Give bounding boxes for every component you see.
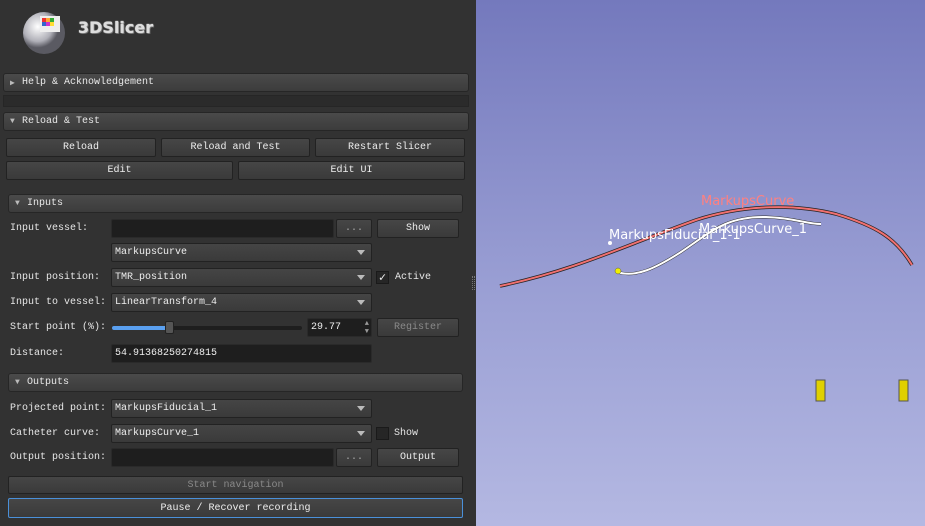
projected-point-select[interactable]: MarkupsFiducial_1 — [111, 399, 372, 418]
input-vessel-label: Input vessel: — [10, 223, 89, 234]
reload-and-test-button[interactable]: Reload and Test — [161, 138, 310, 157]
projected-point-label: Projected point: — [10, 403, 107, 414]
slicer-logo — [18, 6, 68, 56]
show-vessel-button[interactable]: Show — [377, 219, 459, 238]
markups-curve — [500, 207, 925, 286]
dropdown-arrow-icon — [357, 300, 365, 305]
dropdown-arrow-icon — [357, 406, 365, 411]
marker-cylinder — [898, 379, 909, 402]
start-point-label: Start point (%): — [10, 322, 107, 333]
3d-view[interactable]: MarkupsCurve MarkupsCurve_1 MarkupsFiduc… — [476, 0, 925, 526]
module-panel: 3DSlicer ▶ Help & Acknowledgement ▼ Reload… — [0, 0, 475, 526]
input-position-select[interactable]: TMR_position — [111, 268, 372, 287]
markups-curve-label: MarkupsCurve — [701, 194, 795, 209]
slider-fill — [112, 326, 169, 330]
restart-slicer-button[interactable]: Restart Slicer — [315, 138, 465, 157]
catheter-curve-select[interactable]: MarkupsCurve_1 — [111, 424, 372, 443]
input-to-vessel-label: Input to vessel: — [10, 297, 107, 308]
distance-label: Distance: — [10, 348, 65, 359]
vessel-curve-value: MarkupsCurve — [115, 247, 188, 258]
fiducial-point — [614, 267, 622, 275]
inputs-section-label: Inputs — [27, 198, 64, 209]
spin-arrows-icon[interactable]: ▲ ▼ — [365, 320, 369, 336]
catheter-curve-value: MarkupsCurve_1 — [115, 428, 200, 439]
help-section-header[interactable]: ▶ Help & Acknowledgement — [3, 73, 469, 92]
input-vessel-browse-button[interactable]: ... — [336, 219, 372, 238]
edit-ui-button[interactable]: Edit UI — [238, 161, 465, 180]
inputs-section-header[interactable]: ▼ Inputs — [8, 194, 463, 213]
markups-curve-line-color — [499, 206, 913, 287]
active-checkbox[interactable]: ✓ — [376, 271, 389, 284]
show-catheter-checkbox[interactable] — [376, 427, 389, 440]
start-point-value: 29.77 — [311, 322, 342, 333]
dropdown-arrow-icon — [357, 250, 365, 255]
chevron-right-icon: ▶ — [10, 78, 15, 88]
reload-section-label: Reload & Test — [22, 116, 101, 127]
help-section-label: Help & Acknowledgement — [22, 77, 155, 88]
reload-button[interactable]: Reload — [6, 138, 156, 157]
pause-recover-recording-button[interactable]: Pause / Recover recording — [8, 498, 463, 518]
catheter-curve-label: Catheter curve: — [10, 428, 101, 439]
output-position-label: Output position: — [10, 452, 107, 463]
edit-button[interactable]: Edit — [6, 161, 233, 180]
outputs-section-header[interactable]: ▼ Outputs — [8, 373, 463, 392]
input-to-vessel-select[interactable]: LinearTransform_4 — [111, 293, 372, 312]
marker-cylinder — [815, 379, 826, 402]
splitter-handle[interactable] — [472, 276, 475, 290]
start-navigation-button[interactable]: Start navigation — [8, 476, 463, 494]
chevron-down-icon: ▼ — [15, 199, 20, 208]
projected-point-value: MarkupsFiducial_1 — [115, 403, 218, 414]
active-label: Active — [395, 272, 432, 283]
output-position-field[interactable] — [111, 448, 334, 467]
input-vessel-field[interactable] — [111, 219, 334, 238]
start-point-spinbox[interactable]: 29.77 ▲ ▼ — [307, 318, 372, 337]
input-to-vessel-value: LinearTransform_4 — [115, 297, 218, 308]
chevron-down-icon: ▼ — [10, 117, 15, 126]
slider-handle[interactable] — [164, 321, 174, 334]
reload-section-header[interactable]: ▼ Reload & Test — [3, 112, 469, 131]
markups-fiducial-label: MarkupsFiducial_1-1 — [609, 228, 741, 243]
output-button[interactable]: Output — [377, 448, 459, 467]
outputs-section-label: Outputs — [27, 377, 70, 388]
show-catheter-label: Show — [394, 428, 419, 439]
help-section-body — [3, 95, 469, 107]
register-button[interactable]: Register — [377, 318, 459, 337]
distance-field[interactable]: 54.91368250274815 — [111, 344, 372, 363]
dropdown-arrow-icon — [357, 275, 365, 280]
input-position-label: Input position: — [10, 272, 101, 283]
input-position-value: TMR_position — [115, 272, 188, 283]
output-position-browse-button[interactable]: ... — [336, 448, 372, 467]
dropdown-arrow-icon — [357, 431, 365, 436]
chevron-down-icon: ▼ — [15, 378, 20, 387]
app-logo-text: 3DSlicer — [78, 18, 154, 37]
start-point-slider[interactable] — [112, 321, 302, 334]
vessel-curve-select[interactable]: MarkupsCurve — [111, 243, 372, 262]
